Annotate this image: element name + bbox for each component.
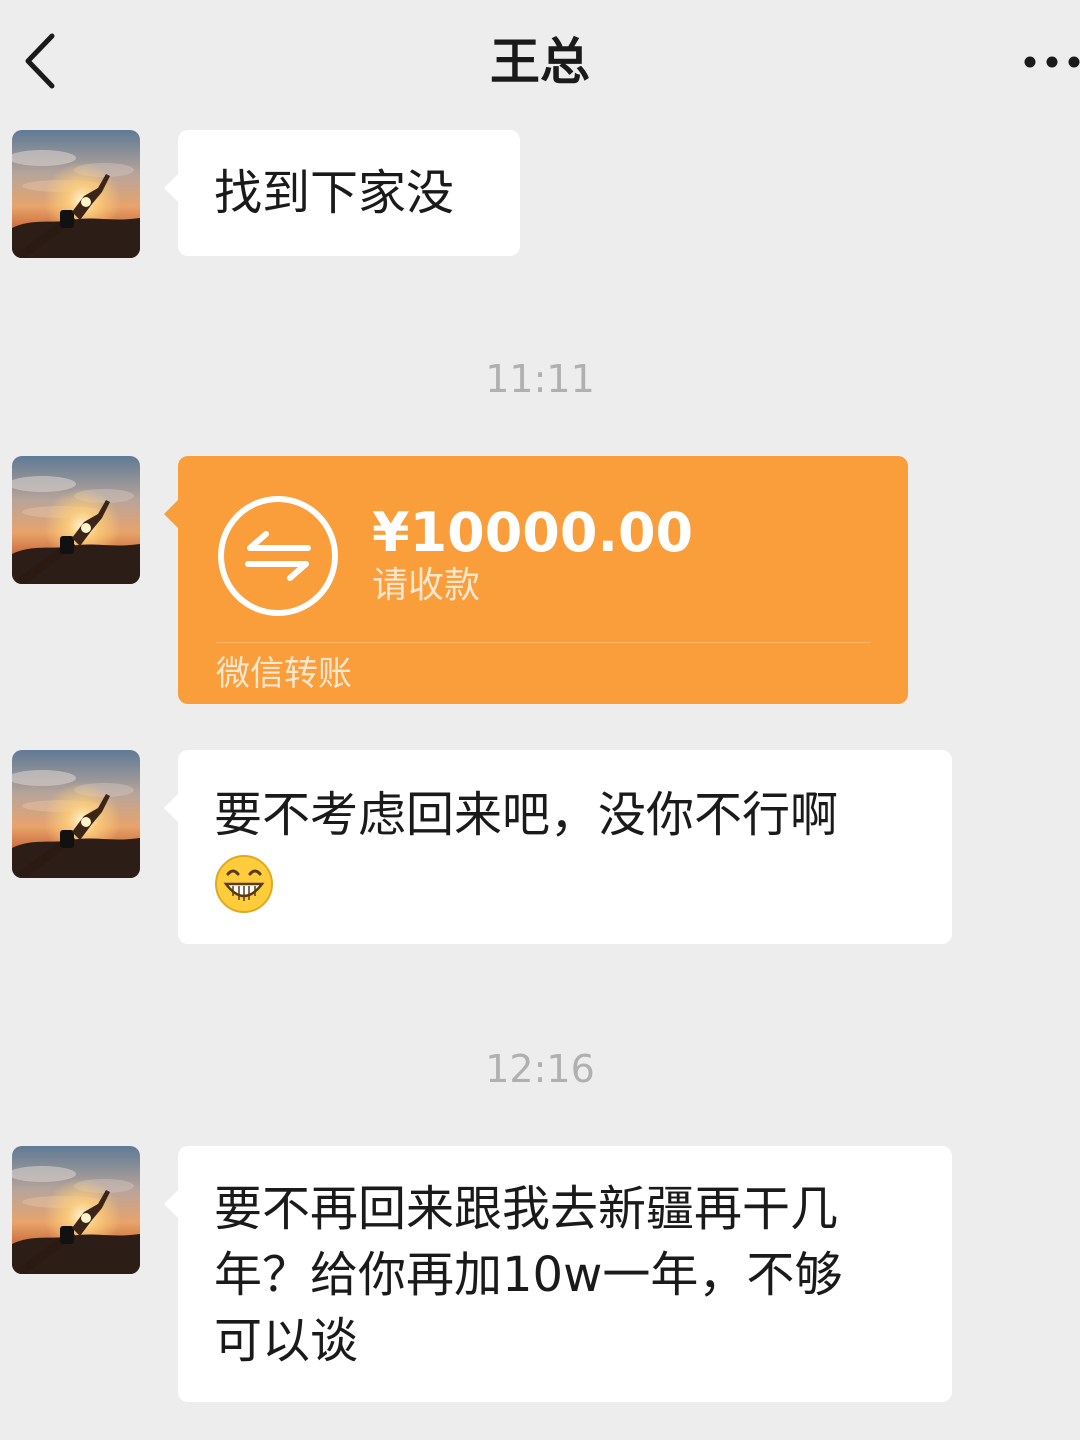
transfer-arrows-icon <box>218 496 338 616</box>
divider <box>216 642 870 643</box>
transfer-amount: ¥10000.00 <box>372 501 694 564</box>
chat-title: 王总 <box>490 33 590 91</box>
message-bubble[interactable]: 要不再回来跟我去新疆再干几 年？给你再加10w一年，不够 可以谈 <box>164 1146 952 1402</box>
more-dots-icon <box>1024 56 1080 68</box>
message-text-line: 可以谈 <box>214 1313 359 1369</box>
message-text: 要不考虑回来吧，没你不行啊 <box>214 787 839 843</box>
contact-avatar[interactable] <box>12 456 140 584</box>
message-bubble[interactable]: 找到下家没 <box>164 130 520 256</box>
timestamp: 12:16 <box>485 1047 595 1091</box>
message-text-line: 年？给你再加10w一年，不够 <box>214 1247 843 1303</box>
contact-avatar[interactable] <box>12 130 140 258</box>
transfer-footer: 微信转账 <box>216 654 352 694</box>
chat-header: 王总 <box>0 0 1080 120</box>
contact-avatar[interactable] <box>12 750 140 878</box>
timestamp: 11:11 <box>485 357 595 401</box>
contact-avatar[interactable] <box>12 1146 140 1274</box>
more-button[interactable] <box>1020 44 1080 80</box>
message-bubble[interactable]: 要不考虑回来吧，没你不行啊 <box>164 750 952 944</box>
message-text: 找到下家没 <box>214 165 455 221</box>
transfer-card[interactable]: ¥10000.00 请收款 微信转账 <box>164 456 908 704</box>
message-text-line: 要不再回来跟我去新疆再干几 <box>214 1181 839 1237</box>
grin-emoji-icon <box>215 855 273 913</box>
transfer-status: 请收款 <box>372 565 481 606</box>
